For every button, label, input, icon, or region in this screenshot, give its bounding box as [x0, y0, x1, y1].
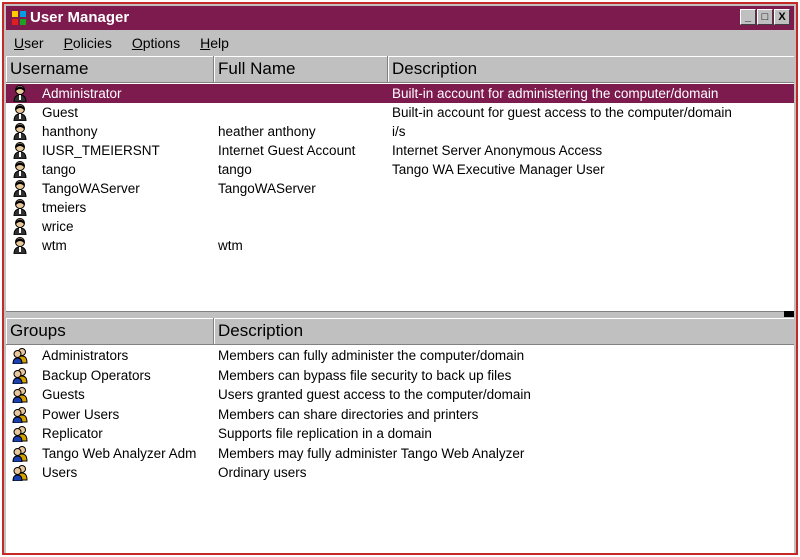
user-username: wrice — [42, 219, 74, 234]
groups-header: Groups Description — [6, 318, 794, 345]
group-name: Tango Web Analyzer Adm — [42, 445, 197, 461]
menu-user-accel: U — [14, 35, 25, 51]
user-row[interactable]: tango tango Tango WA Executive Manager Use… — [6, 160, 794, 179]
menu-options-label: ptions — [142, 35, 181, 51]
user-username: wtm — [42, 238, 67, 253]
column-description[interactable]: Description — [388, 56, 794, 82]
menu-user-label: ser — [24, 35, 44, 51]
menu-policies-accel: P — [63, 35, 73, 51]
user-fullname: TangoWAServer — [218, 181, 316, 196]
group-icon — [12, 425, 28, 443]
group-row[interactable]: Guests Users granted guest access to the … — [6, 385, 794, 405]
groups-rows: Administrators Members can fully administ… — [6, 346, 794, 483]
group-row[interactable]: Users Ordinary users — [6, 463, 794, 483]
minimize-button[interactable]: _ — [740, 9, 756, 25]
user-icon — [12, 161, 28, 179]
group-name: Backup Operators — [42, 367, 151, 383]
user-manager-window: User Manager _ □ X User Policies Options… — [2, 2, 798, 555]
user-fullname: tango — [218, 162, 252, 177]
user-icon — [12, 218, 28, 236]
menu-policies-label: olicies — [72, 35, 112, 51]
group-icon — [12, 464, 28, 482]
menu-help[interactable]: Help — [200, 35, 229, 51]
user-icon — [12, 180, 28, 198]
menu-help-label: elp — [210, 35, 229, 51]
window-title: User Manager — [30, 9, 130, 26]
group-row[interactable]: Power Users Members can share directories… — [6, 405, 794, 425]
group-description: Members can share directories and printe… — [218, 406, 479, 422]
user-username: TangoWAServer — [42, 181, 140, 196]
user-fullname: heather anthony — [218, 124, 316, 139]
group-row[interactable]: Administrators Members can fully administ… — [6, 346, 794, 366]
window-controls: _ □ X — [740, 9, 790, 27]
users-list: Username Full Name Description Administr… — [6, 56, 794, 311]
group-name: Power Users — [42, 406, 120, 422]
user-username: Administrator — [42, 86, 122, 101]
column-group-description[interactable]: Description — [214, 318, 794, 344]
user-icon — [12, 142, 28, 160]
user-description: Built-in account for administering the c… — [392, 86, 719, 101]
menu-user[interactable]: User — [14, 35, 44, 51]
menu-options[interactable]: Options — [132, 35, 180, 51]
menu-bar: User Policies Options Help — [6, 32, 794, 54]
user-row[interactable]: wtm wtm — [6, 236, 794, 255]
group-name: Users — [42, 465, 78, 480]
user-username: hanthony — [42, 124, 98, 139]
user-row[interactable]: tmeiers — [6, 198, 794, 217]
user-row[interactable]: Guest Built-in account for guest access t… — [6, 103, 794, 122]
user-icon — [12, 85, 28, 103]
group-icon — [12, 367, 28, 384]
users-rows: Administrator Built-in account for admini… — [6, 84, 794, 255]
column-fullname[interactable]: Full Name — [214, 56, 388, 82]
menu-options-accel: O — [131, 35, 143, 51]
users-header: Username Full Name Description — [6, 56, 794, 83]
close-button[interactable]: X — [774, 9, 790, 25]
column-groups[interactable]: Groups — [6, 318, 214, 344]
group-name: Administrators — [42, 348, 129, 363]
group-row[interactable]: Backup Operators Members can bypass file … — [6, 366, 794, 386]
group-name: Replicator — [42, 426, 103, 441]
user-description: Built-in account for guest access to the… — [392, 105, 732, 120]
group-description: Members can fully administer the compute… — [218, 348, 525, 363]
user-row[interactable]: hanthony heather anthony i/s — [6, 122, 794, 141]
user-row[interactable]: IUSR_TMEIERSNT Internet Guest Account Inte… — [6, 141, 794, 160]
user-fullname: Internet Guest Account — [218, 143, 356, 158]
group-icon — [12, 406, 28, 423]
user-row[interactable]: Administrator Built-in account for admini… — [6, 84, 794, 103]
user-username: IUSR_TMEIERSNT — [42, 143, 160, 158]
group-row[interactable]: Replicator Supports file replication in a… — [6, 424, 794, 444]
title-bar[interactable]: User Manager _ □ X — [6, 6, 794, 30]
user-fullname: wtm — [218, 238, 243, 253]
group-description: Ordinary users — [218, 465, 307, 480]
menu-help-accel: H — [200, 35, 211, 51]
user-icon — [12, 237, 28, 255]
user-icon — [12, 123, 28, 141]
group-icon — [12, 445, 28, 462]
user-row[interactable]: wrice — [6, 217, 794, 236]
group-icon — [12, 347, 28, 365]
user-description: Internet Server Anonymous Access — [392, 143, 603, 158]
user-icon — [12, 199, 28, 217]
column-username[interactable]: Username — [6, 56, 214, 82]
scroll-indicator — [784, 311, 794, 317]
menu-policies[interactable]: Policies — [64, 35, 112, 51]
user-manager-app-icon — [12, 11, 26, 25]
groups-list: Groups Description Administrators Members… — [6, 318, 794, 553]
group-icon — [12, 386, 28, 404]
group-description: Members may fully administer Tango Web A… — [218, 445, 525, 461]
maximize-button[interactable]: □ — [757, 9, 773, 25]
user-description: Tango WA Executive Manager User — [392, 162, 605, 177]
user-username: Guest — [42, 105, 79, 120]
user-username: tmeiers — [42, 200, 87, 215]
user-username: tango — [42, 162, 76, 177]
group-row[interactable]: Tango Web Analyzer Adm Members may fully … — [6, 444, 794, 464]
user-icon — [12, 104, 28, 122]
user-description: i/s — [392, 124, 406, 139]
group-description: Members can bypass file security to back… — [218, 367, 512, 383]
group-name: Guests — [42, 387, 85, 402]
user-row[interactable]: TangoWAServer TangoWAServer — [6, 179, 794, 198]
group-description: Users granted guest access to the comput… — [218, 387, 531, 402]
group-description: Supports file replication in a domain — [218, 426, 432, 441]
